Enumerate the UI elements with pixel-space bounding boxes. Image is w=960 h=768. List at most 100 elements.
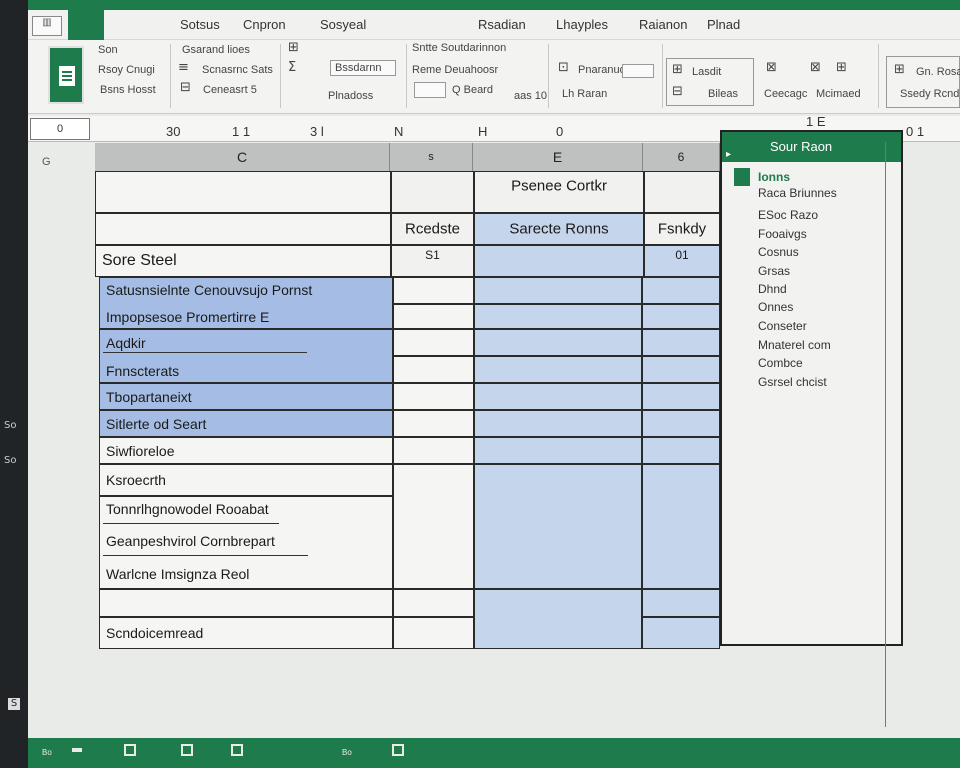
ribbon-button[interactable]: Scnasrnc Sats (202, 64, 273, 76)
column-label-cell[interactable]: Rcedste (391, 213, 474, 245)
table-cell[interactable] (393, 329, 474, 356)
table-cell[interactable] (642, 329, 720, 356)
table-row-label-cell[interactable]: Ksroecrth (99, 464, 393, 496)
table-row-label-cell[interactable]: Tonnrlhgnowodel Rooabat Geanpeshvirol Co… (99, 496, 393, 589)
table-row-label-cell[interactable]: Siwfioreloe (99, 437, 393, 464)
pane-item[interactable]: Combce (758, 356, 803, 370)
pane-item[interactable]: Onnes (758, 300, 793, 314)
delete-cells-icon[interactable]: ⊟ (672, 84, 683, 99)
table-cell[interactable] (393, 437, 474, 464)
zoom-icon[interactable] (392, 744, 404, 756)
table-cell[interactable] (474, 304, 642, 329)
pane-item[interactable]: Ionns (758, 170, 790, 184)
ribbon-button[interactable]: Plnadoss (328, 90, 373, 102)
insert-box[interactable] (414, 82, 446, 98)
tab-plnad[interactable]: Plnad (707, 17, 740, 32)
table-cell[interactable] (642, 356, 720, 383)
table-row-label-cell[interactable]: Sitlerte od Seart (99, 410, 393, 437)
normal-view-icon[interactable] (124, 744, 136, 756)
style-box[interactable] (622, 64, 654, 78)
table-cell[interactable] (95, 171, 391, 213)
ribbon-button[interactable]: Bsns Hosst (100, 84, 156, 96)
table-cell[interactable] (474, 589, 642, 649)
table-cell[interactable]: S1 (391, 245, 474, 277)
table-cell[interactable] (642, 410, 720, 437)
table-cell[interactable] (393, 617, 474, 649)
tab-rsadian[interactable]: Rsadian (478, 17, 526, 32)
table-cell[interactable] (474, 464, 642, 589)
pane-item[interactable]: ESoc Razo (758, 208, 818, 222)
sort-icon[interactable]: ⊠ (766, 60, 777, 75)
table-cell[interactable] (642, 383, 720, 410)
chart-icon[interactable]: ⊡ (558, 60, 569, 75)
ribbon-button[interactable]: Lasdit (692, 66, 721, 78)
table-row-label-cell[interactable]: Tbopartaneixt (99, 383, 393, 410)
ribbon-button[interactable]: Lh Raran (562, 88, 607, 100)
table-cell[interactable] (393, 383, 474, 410)
table-cell[interactable] (642, 464, 720, 589)
table-cell[interactable] (642, 617, 720, 649)
ribbon-button[interactable]: Rsoy Cnugi (98, 64, 155, 76)
table-icon[interactable]: ⊟ (180, 80, 191, 95)
table-cell[interactable] (474, 383, 642, 410)
page-layout-icon[interactable] (181, 744, 193, 756)
ribbon-button[interactable]: Ceecagc (764, 88, 807, 100)
table-title-cell[interactable]: Psenee Cortkr (474, 171, 644, 213)
tab-raianon[interactable]: Raianon (639, 17, 687, 32)
ribbon-button[interactable]: Ssedy Rcnd (900, 88, 959, 100)
filter-icon[interactable]: ⊠ (810, 60, 821, 75)
ribbon-button[interactable]: Gn. Rosa (916, 66, 960, 78)
table-cell[interactable] (642, 437, 720, 464)
grid-icon[interactable]: ⊞ (288, 40, 299, 55)
column-label-cell[interactable]: Sarecte Ronns (474, 213, 644, 245)
ribbon-button[interactable]: aas 10 (514, 90, 547, 102)
table-cell[interactable] (474, 245, 644, 277)
table-cell[interactable] (644, 171, 720, 213)
ribbon-button[interactable]: Reme Deuahoosr (412, 64, 498, 76)
table-row-label-cell[interactable]: Sore Steel (95, 245, 391, 277)
table-cell[interactable] (642, 277, 720, 304)
table-row-label-cell[interactable]: Satusnsielnte Cenouvsujo Pornst Impopseso… (99, 277, 393, 329)
find-icon[interactable]: ⊞ (836, 60, 847, 75)
name-box[interactable]: 0 (30, 118, 90, 140)
pane-item[interactable]: Conseter (758, 319, 807, 333)
table-cell[interactable] (393, 304, 474, 329)
insert-cells-icon[interactable]: ⊞ (672, 62, 683, 77)
pane-item[interactable]: Mnaterel com (758, 338, 831, 352)
align-icon[interactable]: ≡ (178, 60, 189, 75)
tab-lhayples[interactable]: Lhayples (556, 17, 608, 32)
column-header-c[interactable]: C (95, 143, 390, 171)
table-cell[interactable] (393, 277, 474, 304)
table-cell[interactable] (642, 589, 720, 617)
column-label-cell[interactable]: Fsnkdy (644, 213, 720, 245)
file-tab[interactable] (68, 10, 104, 40)
sum-icon[interactable]: Σ (288, 60, 296, 75)
pane-item[interactable]: Fooaivgs (758, 227, 807, 241)
ribbon-button[interactable]: Mcimaed (816, 88, 861, 100)
tab-sosyeal[interactable]: Sosyeal (320, 17, 366, 32)
table-cell[interactable] (393, 356, 474, 383)
table-cell[interactable]: 01 (644, 245, 720, 277)
table-cell[interactable] (391, 171, 474, 213)
column-header-e[interactable]: E (473, 143, 643, 171)
table-cell[interactable] (95, 213, 391, 245)
document-tab[interactable]: ▥ (32, 16, 62, 36)
table-row-label-cell[interactable] (99, 589, 393, 617)
pane-item[interactable]: Cosnus (758, 245, 799, 259)
table-cell[interactable] (642, 304, 720, 329)
page-break-icon[interactable] (231, 744, 243, 756)
table-cell[interactable] (474, 410, 642, 437)
pane-item[interactable]: Gsrsel chcist (758, 375, 827, 389)
table-cell[interactable] (474, 329, 642, 356)
ribbon-button[interactable]: Q Beard (452, 84, 493, 96)
sheet-nav-icon[interactable] (72, 748, 82, 752)
table-cell[interactable] (393, 464, 474, 589)
table-cell[interactable] (474, 356, 642, 383)
table-cell[interactable] (474, 277, 642, 304)
table-row-label-cell[interactable]: Aqdkir Fnnscterats (99, 329, 393, 383)
ribbon-button[interactable]: Pnaranud (578, 64, 626, 76)
format-box[interactable]: Bssdarnn (330, 60, 396, 76)
tab-cnpron[interactable]: Cnpron (243, 17, 286, 32)
pane-item[interactable]: Raca Briunnes (758, 186, 837, 200)
ribbon-button[interactable]: Bileas (708, 88, 738, 100)
